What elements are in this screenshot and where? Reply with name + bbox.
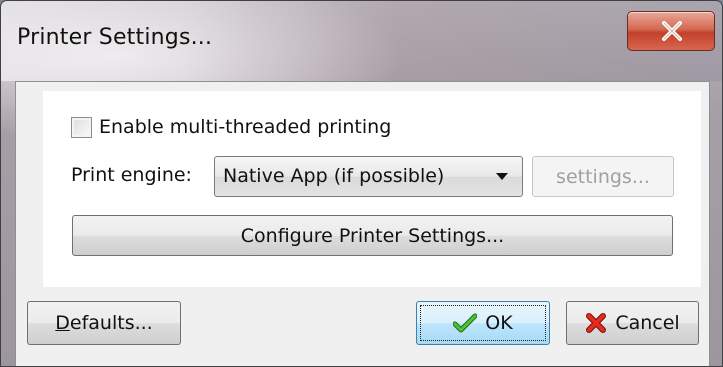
multithread-option[interactable]: Enable multi-threaded printing <box>71 114 391 140</box>
red-x-icon <box>585 312 607 334</box>
defaults-label: Defaults... <box>55 312 152 334</box>
cancel-label: Cancel <box>615 312 680 334</box>
print-engine-label: Print engine: <box>71 164 192 186</box>
engine-settings-button[interactable]: settings... <box>532 156 674 197</box>
configure-printer-label: Configure Printer Settings... <box>240 224 505 247</box>
print-engine-select[interactable]: Native App (if possible) <box>214 156 523 197</box>
cancel-button[interactable]: Cancel <box>566 301 699 345</box>
configure-printer-button[interactable]: Configure Printer Settings... <box>72 215 673 256</box>
defaults-mnemonic: D <box>55 312 70 334</box>
dropdown-arrow-icon <box>496 173 508 180</box>
engine-settings-label: settings... <box>556 165 650 188</box>
ok-button[interactable]: OK <box>416 301 550 345</box>
close-x-icon <box>662 21 682 41</box>
focus-rectangle <box>420 305 546 341</box>
printer-settings-window: Printer Settings... Enable multi-threade… <box>0 0 723 367</box>
defaults-label-rest: efaults... <box>69 312 153 334</box>
defaults-button[interactable]: Defaults... <box>27 301 181 345</box>
multithread-checkbox[interactable] <box>71 116 92 138</box>
multithread-label: Enable multi-threaded printing <box>99 116 392 138</box>
window-title: Printer Settings... <box>17 25 213 50</box>
title-bar[interactable]: Printer Settings... <box>1 1 722 81</box>
print-engine-value: Native App (if possible) <box>223 165 445 187</box>
close-button[interactable] <box>627 11 715 51</box>
